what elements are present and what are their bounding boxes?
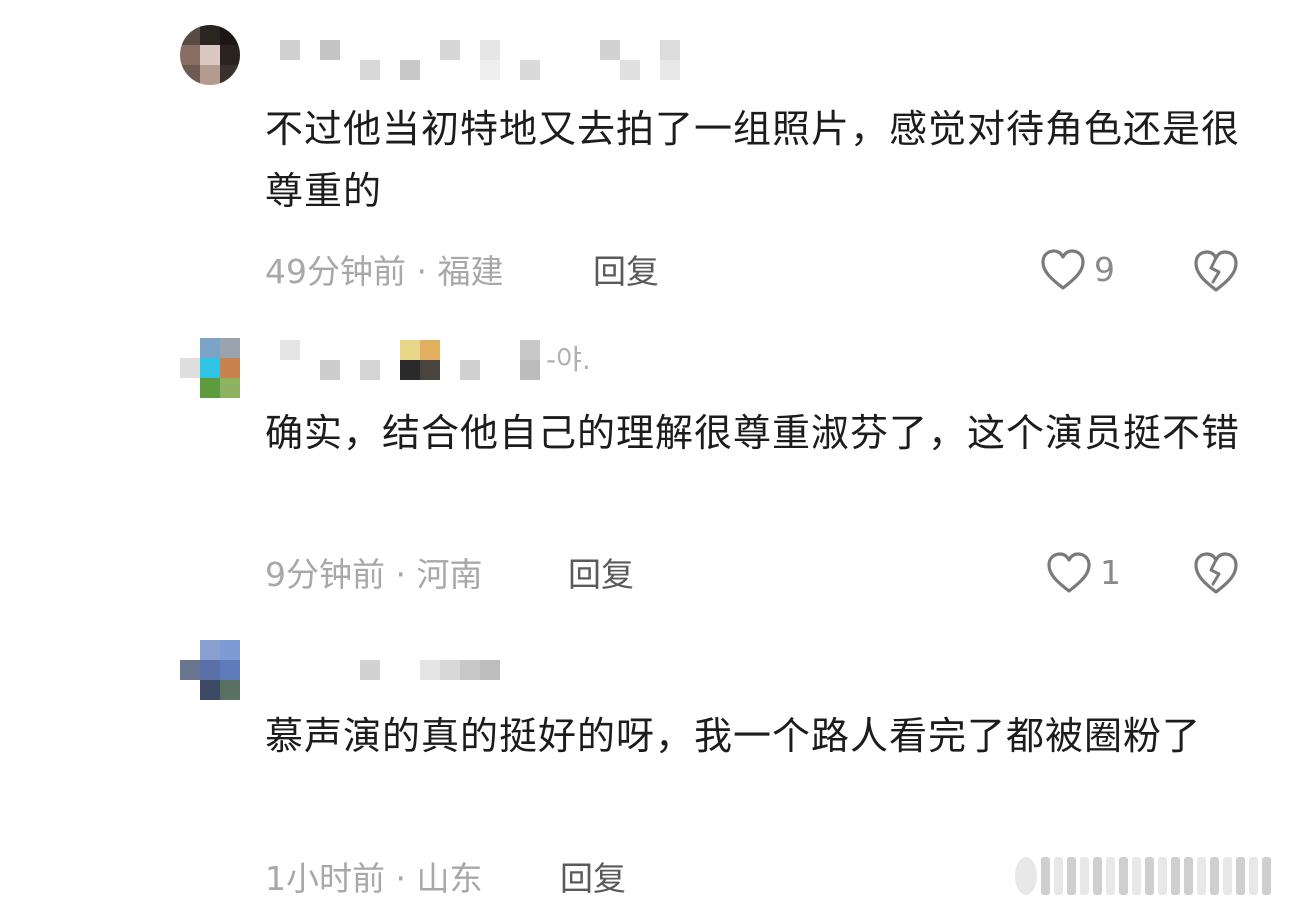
broken-heart-icon [1194,552,1238,594]
meta-separator: · [385,859,417,898]
broken-heart-icon [1194,250,1238,292]
meta-separator: · [385,555,417,594]
username[interactable] [268,40,708,80]
heart-outline-icon [1047,552,1091,593]
comment-location: 福建 [437,252,504,291]
like-count: 9 [1094,250,1115,289]
heart-outline-icon [1041,249,1085,290]
reply-button[interactable]: 回复 [568,555,634,595]
comment-meta: 1小时前 · 山东 [265,859,482,899]
username[interactable] [268,660,508,700]
comment-time: 1小时前 [265,859,385,898]
watermark-logo [1015,852,1280,900]
comment-location: 山东 [416,859,483,898]
like-button[interactable]: 9 [1040,248,1115,292]
comment-meta: 9分钟前 · 河南 [265,555,482,595]
meta-separator: · [406,252,438,291]
username-suffix: -야. [546,343,591,376]
comment-time: 49分钟前 [265,252,406,291]
comment-text: 不过他当初特地又去拍了一组照片，感觉对待角色还是很尊重的 [265,107,1241,213]
reply-button[interactable]: 回复 [560,859,626,899]
comment-text: 确实，结合他自己的理解很尊重淑芬了，这个演员挺不错 [265,411,1241,455]
avatar[interactable] [180,640,240,700]
reply-button[interactable]: 回复 [593,252,659,292]
dislike-button[interactable] [1192,550,1240,600]
comment-time: 9分钟前 [265,555,385,594]
like-button[interactable]: 1 [1046,551,1121,595]
avatar[interactable] [180,338,240,398]
avatar[interactable] [180,25,240,85]
comment-location: 河南 [416,555,483,594]
dislike-button[interactable] [1192,248,1240,298]
comment-text: 慕声演的真的挺好的呀，我一个路人看完了都被圈粉了 [265,714,1202,758]
username[interactable]: -야. [268,340,608,380]
like-count: 1 [1100,553,1121,592]
comment-meta: 49分钟前 · 福建 [265,252,503,292]
